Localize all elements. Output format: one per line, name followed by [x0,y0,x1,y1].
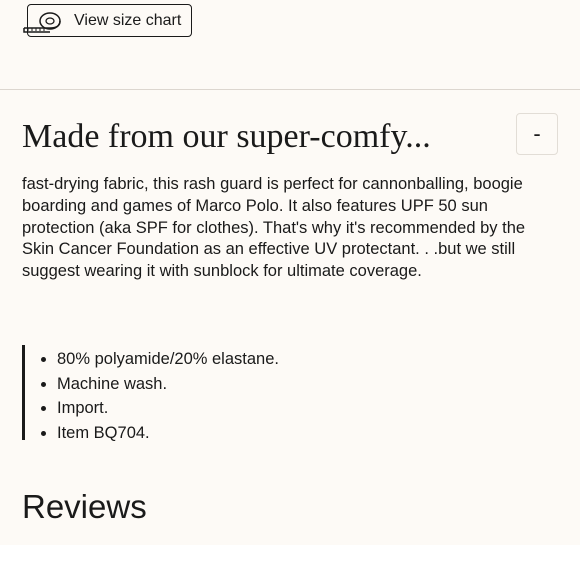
reviews-section-band [0,545,580,580]
feature-list: 80% polyamide/20% elastane. Machine wash… [22,345,279,442]
product-description: fast-drying fabric, this rash guard is p… [22,175,526,281]
section-divider [0,89,580,90]
feature-item: Import. [57,396,279,421]
feature-item: Item BQ704. [57,421,279,446]
feature-item: 80% polyamide/20% elastane. [57,347,279,372]
feature-item: Machine wash. [57,372,279,397]
size-chart-label: View size chart [74,12,182,29]
collapse-button[interactable]: - [516,113,558,155]
tape-measure-icon [23,12,61,33]
view-size-chart-button[interactable]: View size chart [23,4,192,37]
accordion-title[interactable]: Made from our super-comfy... [22,116,431,158]
reviews-heading: Reviews [22,488,147,525]
